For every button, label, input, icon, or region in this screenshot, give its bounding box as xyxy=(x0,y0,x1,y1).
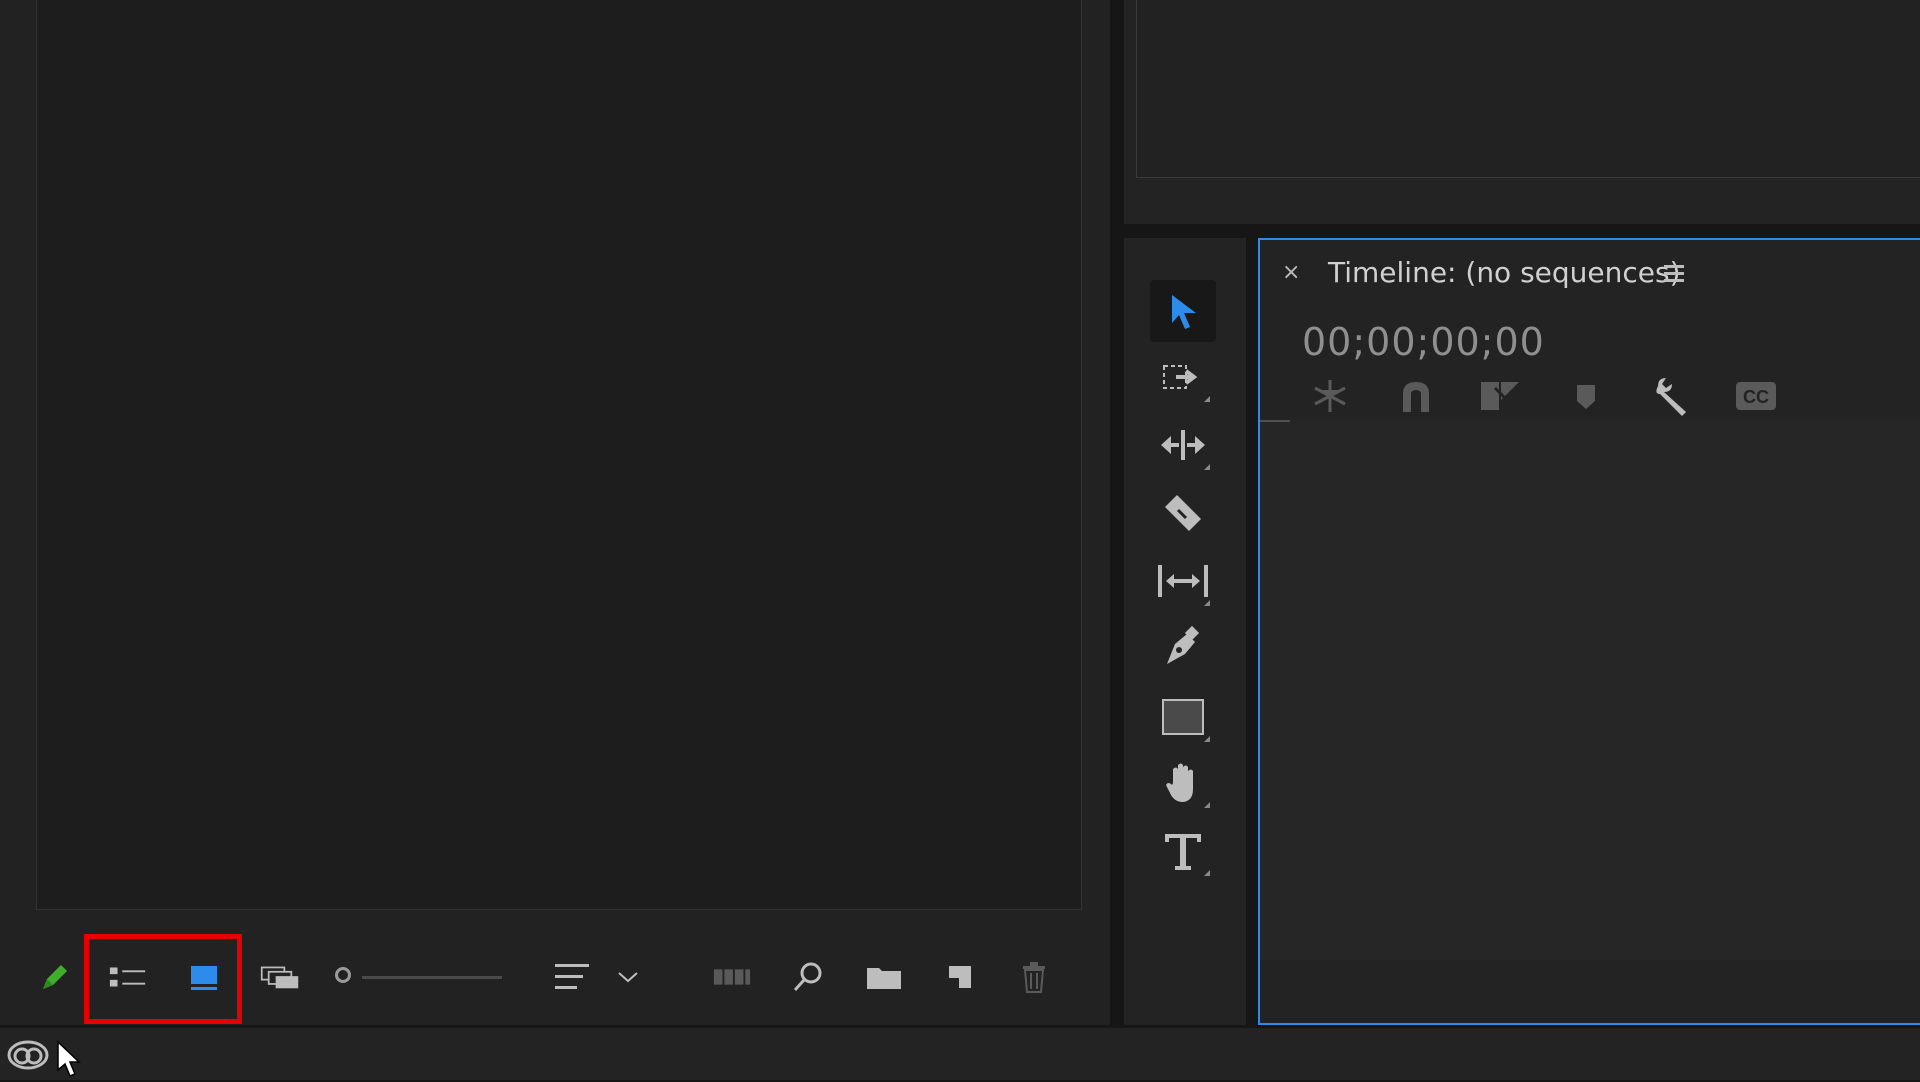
status-bar xyxy=(0,1028,1920,1080)
type-tool[interactable] xyxy=(1150,820,1216,882)
timeline-scroll-area[interactable] xyxy=(1260,962,1920,1022)
track-select-tool[interactable] xyxy=(1150,346,1216,408)
snap-icon[interactable] xyxy=(1394,376,1438,416)
close-icon[interactable]: × xyxy=(1282,260,1302,286)
clear-icon[interactable] xyxy=(1014,950,1054,1004)
captions-icon[interactable]: CC xyxy=(1734,376,1778,416)
timeline-ruler-edge xyxy=(1260,420,1290,422)
razor-tool[interactable] xyxy=(1150,482,1216,544)
svg-text:CC: CC xyxy=(1743,387,1769,407)
new-item-icon[interactable] xyxy=(940,950,980,1004)
selection-tool[interactable] xyxy=(1150,280,1216,342)
find-icon[interactable] xyxy=(788,950,828,1004)
automate-to-sequence-icon[interactable] xyxy=(712,950,752,1004)
new-bin-icon[interactable] xyxy=(864,950,904,1004)
monitor-viewer xyxy=(1136,0,1920,178)
insert-nest-icon[interactable] xyxy=(1308,376,1352,416)
creative-cloud-icon[interactable] xyxy=(6,1038,50,1072)
tool-flyout-indicator xyxy=(1204,396,1210,402)
timeline-tab-title[interactable]: Timeline: (no sequences) xyxy=(1328,256,1681,289)
panel-divider[interactable] xyxy=(1110,0,1124,1025)
sort-icon[interactable] xyxy=(552,950,592,1004)
zoom-slider-handle[interactable] xyxy=(335,967,351,983)
tool-flyout-indicator xyxy=(1204,870,1210,876)
tool-flyout-indicator xyxy=(1204,600,1210,606)
icon-view-icon[interactable] xyxy=(184,950,224,1004)
sort-dropdown-icon[interactable] xyxy=(608,950,648,1004)
project-items-area[interactable] xyxy=(36,0,1082,910)
panel-menu-icon[interactable] xyxy=(1662,262,1686,284)
tool-flyout-indicator xyxy=(1204,802,1210,808)
freeform-view-icon[interactable] xyxy=(260,950,300,1004)
linked-selection-icon[interactable] xyxy=(1478,376,1522,416)
tool-flyout-indicator xyxy=(1204,736,1210,742)
rectangle-tool[interactable] xyxy=(1150,686,1216,748)
zoom-slider-track[interactable] xyxy=(362,976,502,979)
timeline-settings-icon[interactable] xyxy=(1650,376,1694,416)
slip-tool[interactable] xyxy=(1150,550,1216,612)
pen-tool[interactable] xyxy=(1150,616,1216,678)
timecode-display[interactable]: 00;00;00;00 xyxy=(1302,320,1545,364)
add-marker-icon[interactable] xyxy=(1564,376,1608,416)
list-view-icon[interactable] xyxy=(108,950,148,1004)
mouse-cursor-icon xyxy=(56,1040,82,1078)
tool-flyout-indicator xyxy=(1204,464,1210,470)
hand-tool[interactable] xyxy=(1150,752,1216,814)
pencil-icon[interactable] xyxy=(34,950,74,1004)
timeline-track-area[interactable] xyxy=(1260,420,1920,960)
ripple-edit-tool[interactable] xyxy=(1150,414,1216,476)
